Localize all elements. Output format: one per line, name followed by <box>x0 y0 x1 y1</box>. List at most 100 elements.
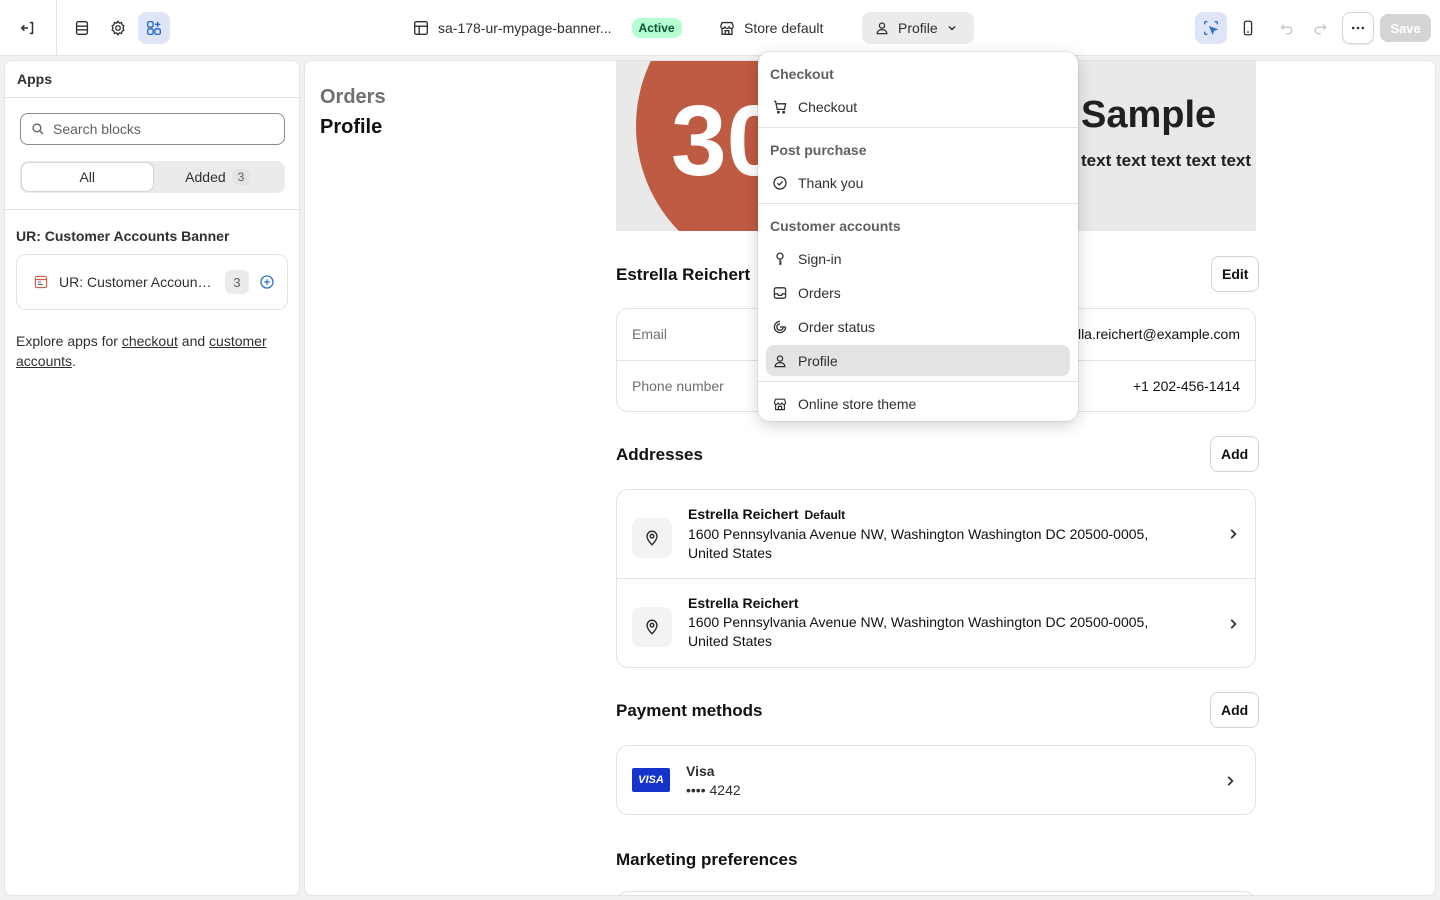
person-icon <box>774 354 786 367</box>
nav-profile[interactable]: Profile <box>320 116 382 139</box>
more-actions-button[interactable] <box>1342 12 1374 44</box>
status-badge: Active <box>631 18 682 38</box>
gear-icon <box>111 20 125 36</box>
location-pin-icon <box>632 607 672 647</box>
settings-button[interactable] <box>102 12 134 44</box>
addresses-title: Addresses <box>616 445 703 464</box>
explore-middle: and <box>177 333 210 349</box>
mobile-preview-button[interactable] <box>1232 12 1264 44</box>
menu-item-label: Profile <box>798 352 838 369</box>
checkout-link[interactable]: checkout <box>122 333 178 349</box>
sections-icon <box>75 21 89 35</box>
app-block-count: 3 <box>225 270 249 294</box>
chevron-right-icon <box>1230 529 1237 539</box>
app-section-title: UR: Customer Accounts Banner <box>16 228 230 244</box>
toolbar-divider <box>56 0 57 56</box>
top-bar: sa-178-ur-mypage-banner... Active Store … <box>0 0 1440 56</box>
default-tag: Default <box>804 508 846 522</box>
tab-all[interactable]: All <box>22 163 153 191</box>
save-button[interactable]: Save <box>1380 14 1431 42</box>
visa-badge: VISA <box>632 768 670 792</box>
chevron-right-icon <box>1230 618 1237 629</box>
check-circle-icon <box>773 175 787 190</box>
address-row[interactable]: Estrella Reichert Default 1600 Pennsylvan… <box>617 490 1255 579</box>
address-line1: 1600 Pennsylvania Avenue NW, Washington … <box>688 526 1149 542</box>
page-selector-dropdown: Checkout Checkout Post purchase Thank yo… <box>758 52 1078 421</box>
menu-item-checkout[interactable]: Checkout <box>766 91 1070 122</box>
menu-item-order-status[interactable]: Order status <box>766 311 1070 342</box>
nav-orders[interactable]: Orders <box>320 86 386 109</box>
store-icon <box>720 21 734 35</box>
menu-item-online-store-theme[interactable]: Online store theme <box>766 388 1070 419</box>
group-title-checkout: Checkout <box>770 66 834 82</box>
menu-item-label: Sign-in <box>798 250 842 267</box>
tab-added[interactable]: Added 3 <box>153 163 284 191</box>
tab-all-label: All <box>79 169 96 185</box>
mobile-icon <box>1243 20 1253 36</box>
menu-item-thank-you[interactable]: Thank you <box>766 167 1070 198</box>
group-title-post-purchase: Post purchase <box>770 142 867 158</box>
app-block-card[interactable]: UR: Customer Accounts Banner 3 <box>16 254 288 310</box>
select-cursor-icon <box>1204 21 1219 35</box>
address-name: Estrella Reichert <box>688 506 799 522</box>
location-pin-icon <box>632 518 672 558</box>
undo-button[interactable] <box>1271 12 1303 44</box>
menu-item-profile[interactable]: Profile <box>766 345 1070 376</box>
apps-sidebar: Apps Search blocks All Added 3 UR: Custo… <box>4 60 300 896</box>
address-row[interactable]: Estrella Reichert 1600 Pennsylvania Aven… <box>617 579 1255 668</box>
marketing-title: Marketing preferences <box>616 850 798 869</box>
sections-button[interactable] <box>66 12 98 44</box>
store-selector[interactable]: Store default <box>718 12 823 44</box>
template-icon <box>414 21 428 35</box>
store-icon <box>773 398 787 410</box>
menu-item-orders[interactable]: Orders <box>766 277 1070 308</box>
search-input[interactable]: Search blocks <box>20 113 285 145</box>
edit-button[interactable]: Edit <box>1211 256 1260 292</box>
address-line2: United States <box>688 545 773 561</box>
template-name[interactable]: sa-178-ur-mypage-banner... Active <box>412 12 682 44</box>
chevron-down-icon <box>948 25 956 31</box>
add-payment-button[interactable]: Add <box>1210 692 1260 728</box>
banner-subtitle: text text text text text <box>1081 151 1252 170</box>
redo-button[interactable] <box>1304 12 1336 44</box>
filter-tabs: All Added 3 <box>20 161 285 193</box>
key-icon <box>776 252 784 265</box>
address-text: Estrella Reichert Default 1600 Pennsylvan… <box>688 505 1210 563</box>
menu-item-label: Orders <box>798 284 841 301</box>
card-brand: Visa <box>686 763 715 779</box>
page-selector-label: Profile <box>898 20 938 36</box>
inspector-button[interactable] <box>1195 12 1227 44</box>
more-horizontal-icon <box>1351 26 1365 30</box>
search-icon <box>32 123 44 135</box>
app-block-name: UR: Customer Accounts Banner <box>59 274 215 290</box>
banner-title: Sample <box>1081 94 1217 136</box>
visa-logo: VISA <box>632 768 670 792</box>
address-name: Estrella Reichert <box>688 595 799 611</box>
menu-item-label: Thank you <box>798 174 864 191</box>
payment-card[interactable]: VISA Visa •••• 4242 <box>616 745 1256 815</box>
person-icon <box>876 22 888 35</box>
add-circle-icon[interactable] <box>259 274 275 290</box>
chevron-right-icon <box>1227 776 1234 786</box>
tab-added-label: Added <box>185 169 226 185</box>
menu-item-sign-in[interactable]: Sign-in <box>766 243 1070 274</box>
page-selector[interactable]: Profile <box>862 12 974 44</box>
menu-item-label: Order status <box>798 318 876 335</box>
address-line1: 1600 Pennsylvania Avenue NW, Washington … <box>688 614 1149 630</box>
redo-icon <box>1314 24 1327 35</box>
explore-suffix: . <box>72 353 76 369</box>
email-label: Email <box>632 326 668 342</box>
exit-icon <box>20 21 34 35</box>
exit-button[interactable] <box>12 12 44 44</box>
apps-icon <box>146 20 162 36</box>
add-address-button[interactable]: Add <box>1210 436 1260 472</box>
apps-button[interactable] <box>138 12 170 44</box>
card-number: •••• 4242 <box>686 782 741 798</box>
explore-prefix: Explore apps for <box>16 333 122 349</box>
profile-name: Estrella Reichert <box>616 265 751 284</box>
group-title-customer-accounts: Customer accounts <box>770 218 901 234</box>
payment-methods-title: Payment methods <box>616 701 763 720</box>
menu-item-label: Online store theme <box>798 395 917 412</box>
undo-icon <box>1280 24 1293 35</box>
explore-text: Explore apps for checkout and customer a… <box>16 331 286 371</box>
